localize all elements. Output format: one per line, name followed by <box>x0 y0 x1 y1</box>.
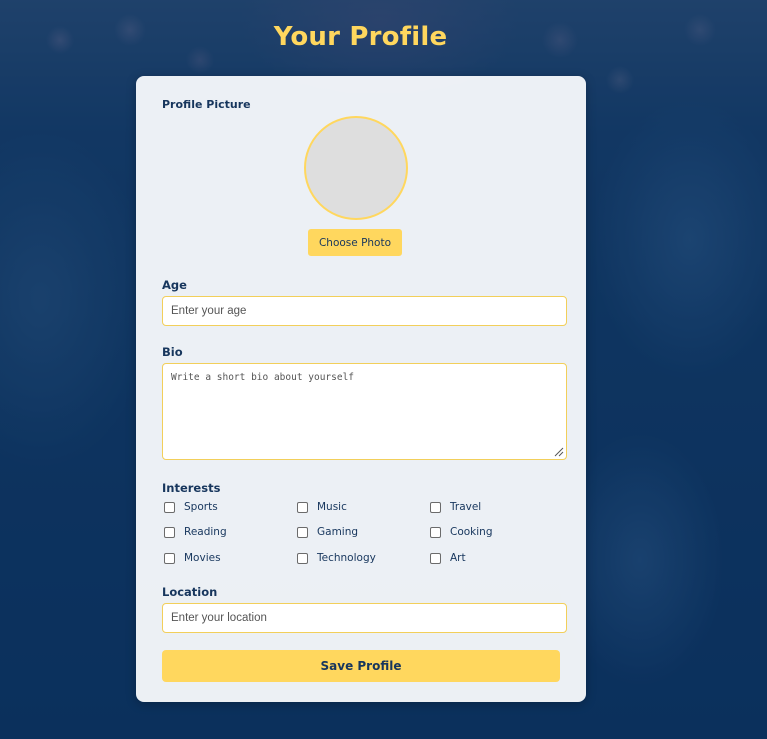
interest-label: Music <box>317 501 347 513</box>
interest-option-reading[interactable]: Reading <box>164 524 227 540</box>
interest-label: Movies <box>184 552 221 564</box>
interest-option-movies[interactable]: Movies <box>164 550 221 566</box>
interest-label: Art <box>450 552 466 564</box>
interest-option-sports[interactable]: Sports <box>164 499 218 515</box>
choose-photo-button[interactable]: Choose Photo <box>308 229 402 256</box>
profile-picture-label: Profile Picture <box>162 98 251 111</box>
interests-label: Interests <box>162 481 221 495</box>
interest-option-cooking[interactable]: Cooking <box>430 524 493 540</box>
page-title: Your Profile <box>273 22 448 52</box>
location-input[interactable] <box>162 603 567 633</box>
checkbox[interactable] <box>164 526 175 538</box>
profile-form-card: Profile Picture Choose Photo Age Bio Int… <box>136 76 586 702</box>
interest-label: Travel <box>450 501 482 513</box>
interest-option-technology[interactable]: Technology <box>297 550 376 566</box>
location-label: Location <box>162 585 218 599</box>
interest-label: Reading <box>184 526 227 538</box>
checkbox[interactable] <box>164 552 175 564</box>
checkbox[interactable] <box>297 552 308 564</box>
checkbox[interactable] <box>430 526 441 538</box>
checkbox[interactable] <box>297 501 308 513</box>
interest-option-gaming[interactable]: Gaming <box>297 524 358 540</box>
save-profile-button[interactable]: Save Profile <box>162 650 560 682</box>
checkbox[interactable] <box>164 501 175 513</box>
age-label: Age <box>162 278 187 292</box>
checkbox[interactable] <box>430 552 441 564</box>
interest-label: Sports <box>184 501 218 513</box>
age-input[interactable] <box>162 296 567 326</box>
interest-option-art[interactable]: Art <box>430 550 466 566</box>
interest-option-music[interactable]: Music <box>297 499 347 515</box>
resize-grip-icon[interactable] <box>554 447 564 457</box>
checkbox[interactable] <box>430 501 441 513</box>
bio-textarea[interactable] <box>162 363 567 460</box>
interest-label: Cooking <box>450 526 493 538</box>
interest-label: Gaming <box>317 526 359 538</box>
checkbox[interactable] <box>297 526 308 538</box>
interest-label: Technology <box>317 552 376 564</box>
bio-label: Bio <box>162 345 183 359</box>
avatar-placeholder <box>304 116 408 220</box>
interest-option-travel[interactable]: Travel <box>430 499 481 515</box>
